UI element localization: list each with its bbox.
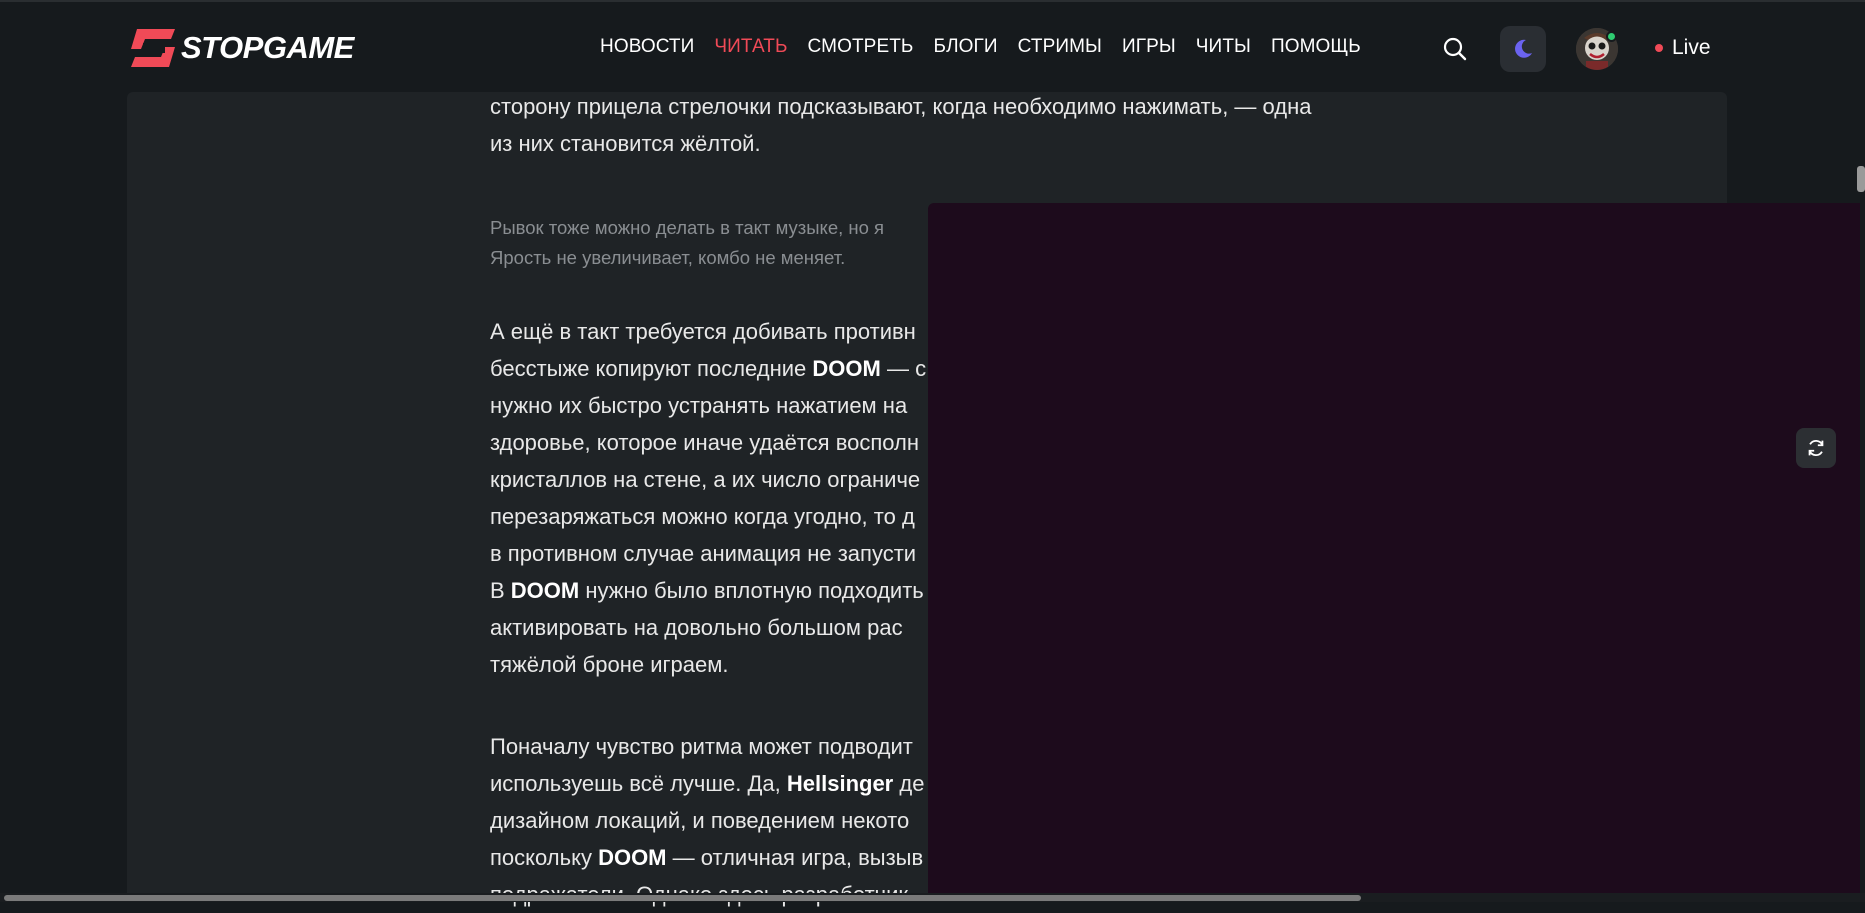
nav-streams[interactable]: СТРИМЫ	[1018, 36, 1102, 58]
text-line: сторону прицела стрелочки подсказывают, …	[490, 94, 1312, 119]
overlay-panel[interactable]	[928, 203, 1860, 902]
game-title-link[interactable]: DOOM	[598, 845, 666, 870]
live-link[interactable]: Live	[1655, 36, 1711, 60]
nav-read[interactable]: ЧИТАТЬ	[714, 36, 787, 58]
nav-blogs[interactable]: БЛОГИ	[934, 36, 998, 58]
horizontal-scrollbar[interactable]	[4, 895, 1361, 901]
search-icon	[1443, 37, 1467, 61]
vertical-scrollbar[interactable]	[1857, 166, 1865, 192]
nav-games[interactable]: ИГРЫ	[1122, 36, 1176, 58]
logo-text: STOPGAME	[181, 30, 354, 65]
site-header: STOPGAME НОВОСТИ ЧИТАТЬ СМОТРЕТЬ БЛОГИ С…	[0, 0, 1865, 92]
text-line: из них становится жёлтой.	[490, 131, 761, 156]
theme-toggle-button[interactable]	[1500, 26, 1546, 72]
moon-icon	[1515, 39, 1532, 58]
online-status-badge	[1606, 31, 1617, 42]
refresh-icon	[1808, 439, 1824, 457]
nav-watch[interactable]: СМОТРЕТЬ	[808, 36, 914, 58]
live-label: Live	[1672, 36, 1711, 59]
stopgame-logo[interactable]: STOPGAME	[127, 26, 354, 70]
logo-icon	[131, 29, 175, 67]
game-title-link[interactable]: DOOM	[812, 356, 880, 381]
search-button[interactable]	[1440, 34, 1470, 64]
nav-help[interactable]: ПОМОЩЬ	[1271, 36, 1361, 58]
game-title-link[interactable]: DOOM	[511, 578, 579, 603]
article-paragraph: сторону прицела стрелочки подсказывают, …	[490, 88, 1390, 162]
nav-cheats[interactable]: ЧИТЫ	[1196, 36, 1251, 58]
nav-news[interactable]: НОВОСТИ	[600, 36, 694, 58]
game-title-link[interactable]: Hellsinger	[787, 771, 893, 796]
main-nav: НОВОСТИ ЧИТАТЬ СМОТРЕТЬ БЛОГИ СТРИМЫ ИГР…	[600, 36, 1381, 58]
refresh-button[interactable]	[1796, 428, 1836, 468]
live-indicator-icon	[1655, 44, 1663, 52]
